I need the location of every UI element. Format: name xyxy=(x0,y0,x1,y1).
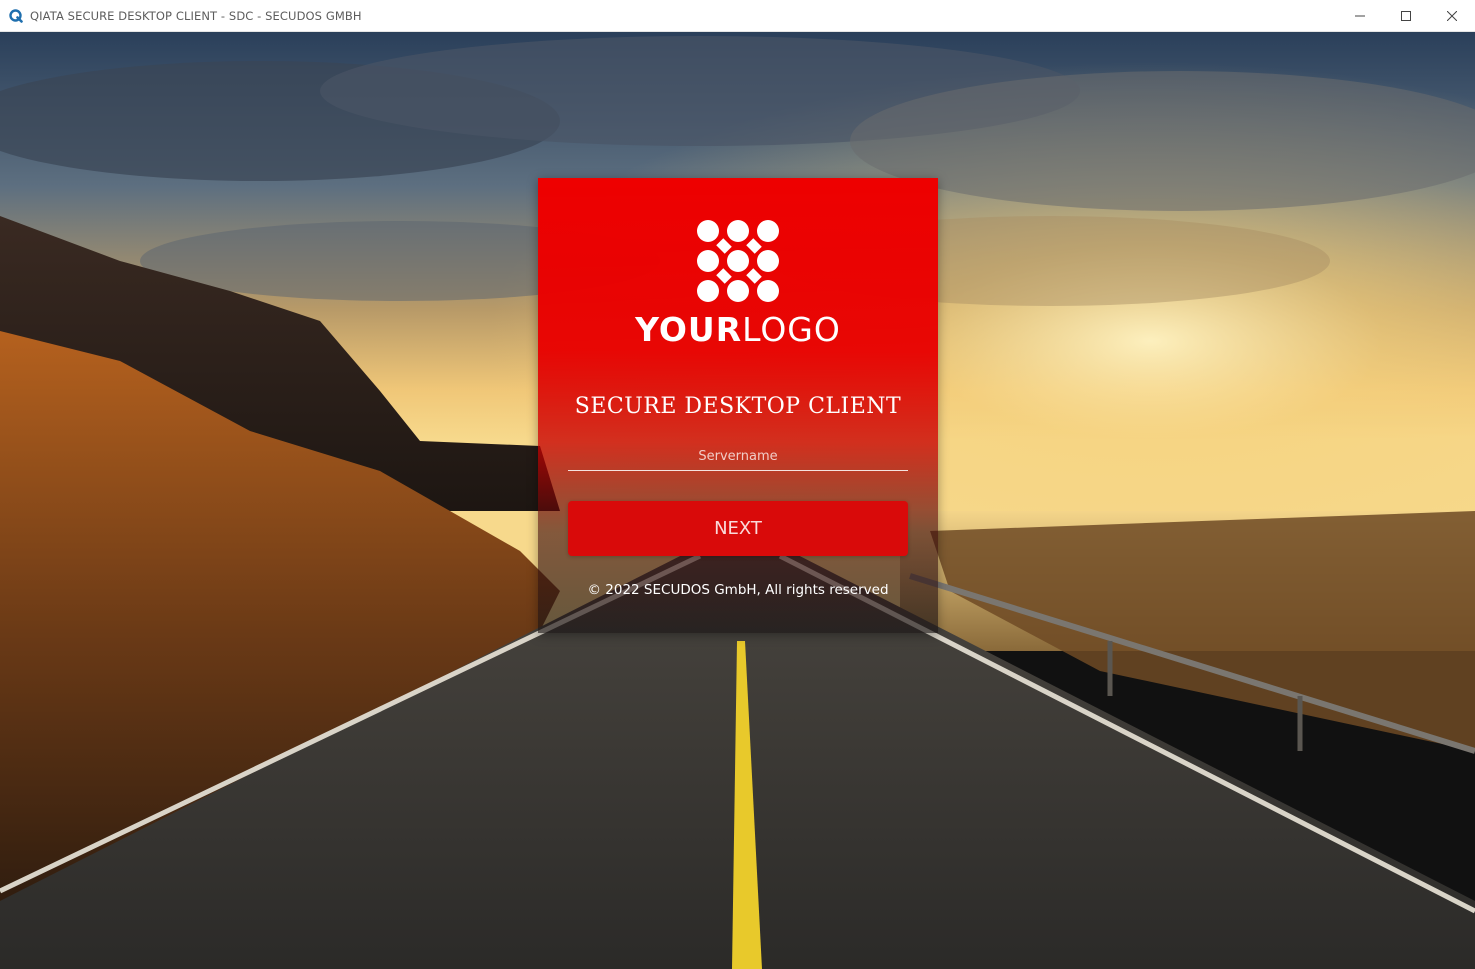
logo-wordmark: YOURLOGO xyxy=(538,310,938,349)
main-content: YOURLOGO SECURE DESKTOP CLIENT NEXT © 20… xyxy=(0,31,1475,969)
copyright-text: © 2022 SECUDOS GmbH, All rights reserved xyxy=(587,582,889,598)
servername-input[interactable] xyxy=(568,443,908,471)
dot-pattern-logo-icon xyxy=(697,220,779,302)
login-panel: YOURLOGO SECURE DESKTOP CLIENT NEXT © 20… xyxy=(538,178,938,633)
logo-text-bold: YOUR xyxy=(635,310,743,349)
maximize-button[interactable] xyxy=(1383,0,1429,31)
panel-title: SECURE DESKTOP CLIENT xyxy=(574,394,902,419)
window-title: QIATA SECURE DESKTOP CLIENT - SDC - SECU… xyxy=(30,8,362,23)
title-bar[interactable]: QIATA SECURE DESKTOP CLIENT - SDC - SECU… xyxy=(0,0,1475,32)
maximize-icon xyxy=(1401,10,1411,21)
next-button[interactable]: NEXT xyxy=(568,501,908,556)
app-window: QIATA SECURE DESKTOP CLIENT - SDC - SECU… xyxy=(0,0,1475,969)
close-icon xyxy=(1447,10,1457,21)
window-controls xyxy=(1337,0,1475,31)
logo-text-light: LOGO xyxy=(742,310,841,349)
minimize-icon xyxy=(1355,15,1365,16)
minimize-button[interactable] xyxy=(1337,0,1383,31)
close-button[interactable] xyxy=(1429,0,1475,31)
qiata-q-icon xyxy=(9,8,23,23)
